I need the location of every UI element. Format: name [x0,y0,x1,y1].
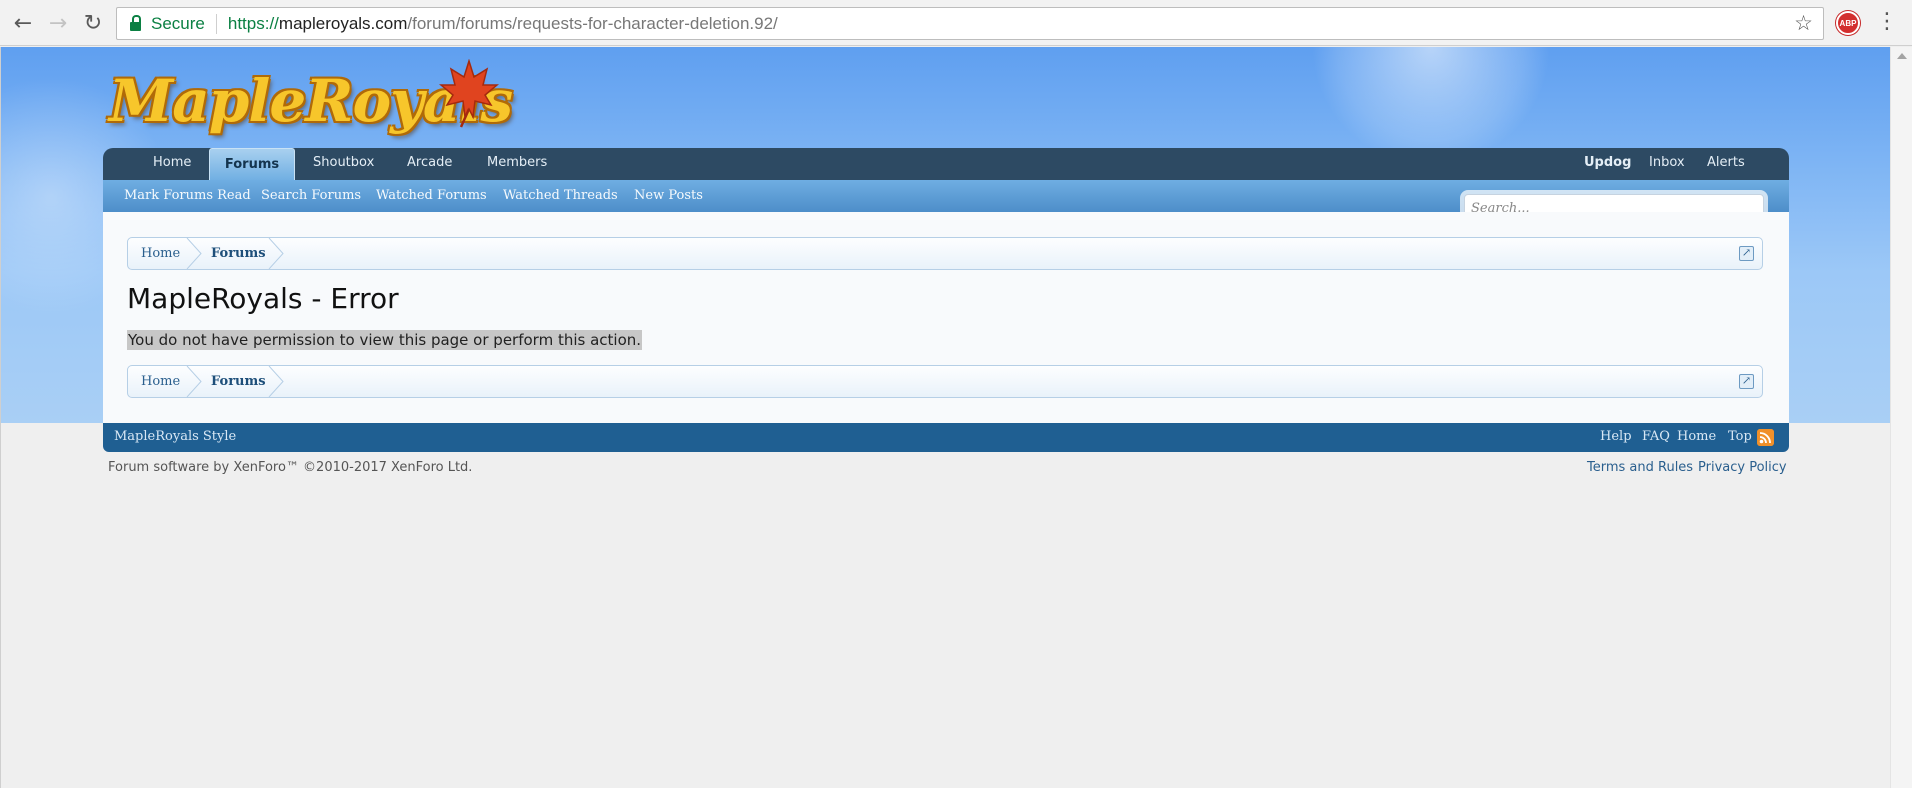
footer-faq-link[interactable]: FAQ [1642,423,1670,451]
rss-icon[interactable] [1757,429,1774,446]
scroll-up-arrow-icon[interactable] [1897,53,1907,59]
url-scheme: https:// [227,13,279,33]
breadcrumb-chevron-icon [268,238,284,269]
web-page: MapleRoyals Home Forums Shoutbox Arcade … [0,47,1890,788]
site-logo[interactable]: MapleRoyals [109,59,513,149]
url-path: /forum/forums/requests-for-character-del… [407,13,778,33]
error-message: You do not have permission to view this … [127,330,643,350]
footer-top-link[interactable]: Top [1728,423,1752,451]
inbox-link[interactable]: Inbox [1649,148,1685,180]
terms-link[interactable]: Terms and Rules [1587,460,1693,475]
url-host: mapleroyals.com [278,13,408,33]
tab-members[interactable]: Members [487,148,547,180]
primary-navigation: Home Forums Shoutbox Arcade Members Updo… [103,148,1789,181]
tab-home[interactable]: Home [153,148,191,180]
tab-forums[interactable]: Forums [209,148,295,181]
forward-arrow-icon[interactable]: → [43,8,73,38]
alerts-link[interactable]: Alerts [1707,148,1745,180]
copyright-notice[interactable]: Forum software by XenForo™ ©2010-2017 Xe… [108,460,472,475]
tab-arcade[interactable]: Arcade [407,148,452,180]
breadcrumb-top: Home Forums ↗ [127,237,1763,270]
style-chooser-link[interactable]: MapleRoyals Style [114,423,236,451]
maple-leaf-icon [439,59,499,128]
watched-threads-link[interactable]: Watched Threads [503,180,618,212]
user-menu-updog[interactable]: Updog [1584,148,1631,180]
breadcrumb-chevron-icon [186,238,202,269]
address-separator [215,13,217,34]
browser-toolbar: ← → ↻ Secure https://mapleroyals.com/for… [0,0,1912,46]
browser-menu-icon[interactable]: ⋮ [1876,8,1898,38]
adblock-plus-icon[interactable]: ABP [1836,11,1860,35]
search-forums-link[interactable]: Search Forums [261,180,361,212]
secure-label: Secure [151,13,205,33]
breadcrumb-forums[interactable]: Forums [211,366,266,397]
main-content: Home Forums ↗ MapleRoyals - Error You do… [103,212,1789,423]
watched-forums-link[interactable]: Watched Forums [376,180,487,212]
lock-icon [130,14,141,31]
vertical-scrollbar[interactable] [1890,47,1912,788]
breadcrumb-home[interactable]: Home [141,238,180,269]
breadcrumb-bottom: Home Forums ↗ [127,365,1763,398]
jump-to-icon[interactable]: ↗ [1739,374,1754,389]
bookmark-star-icon[interactable]: ☆ [1794,11,1813,36]
breadcrumb-forums[interactable]: Forums [211,238,266,269]
breadcrumb-home[interactable]: Home [141,366,180,397]
back-arrow-icon[interactable]: ← [8,8,38,38]
breadcrumb-chevron-icon [268,366,284,397]
breadcrumb-chevron-icon [186,366,202,397]
tab-shoutbox[interactable]: Shoutbox [313,148,374,180]
page-title: MapleRoyals - Error [127,282,399,315]
footer-home-link[interactable]: Home [1677,423,1716,451]
reload-icon[interactable]: ↻ [78,8,108,38]
page-footer: MapleRoyals Style Help FAQ Home Top [103,423,1789,452]
privacy-policy-link[interactable]: Privacy Policy [1698,460,1787,475]
jump-to-icon[interactable]: ↗ [1739,246,1754,261]
footer-help-link[interactable]: Help [1600,423,1632,451]
mark-forums-read-link[interactable]: Mark Forums Read [124,180,251,212]
url-text[interactable]: https://mapleroyals.com/forum/forums/req… [228,14,778,34]
address-bar[interactable]: Secure https://mapleroyals.com/forum/for… [116,7,1824,40]
new-posts-link[interactable]: New Posts [634,180,703,212]
